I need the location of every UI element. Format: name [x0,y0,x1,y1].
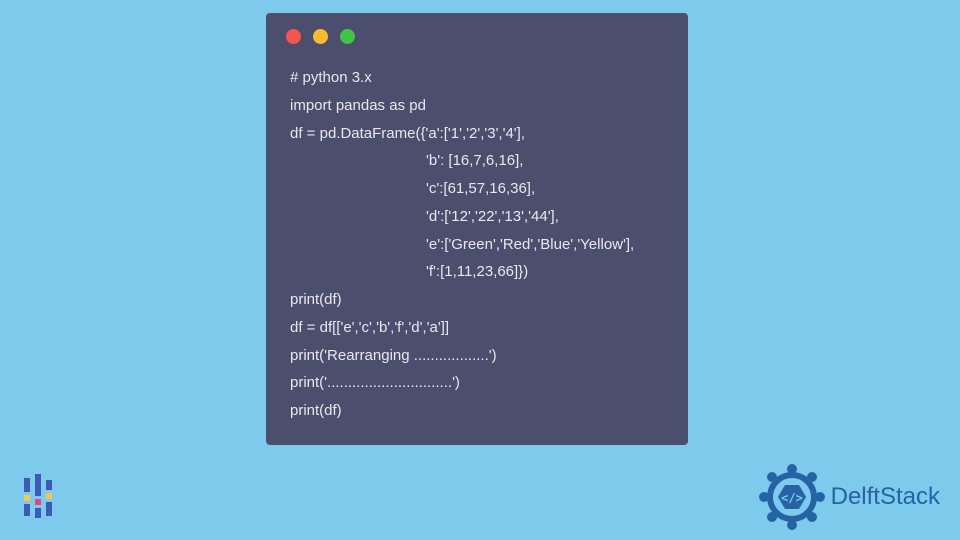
code-line: print(df) [290,402,342,419]
code-line: print(df) [290,291,342,308]
maximize-dot-icon [340,29,355,44]
close-dot-icon [286,29,301,44]
code-line: 'e':['Green','Red','Blue','Yellow'], [290,231,634,259]
delftstack-brand-text: DelftStack [831,483,940,511]
code-line: 'c':[61,57,16,36], [290,175,535,203]
code-content: # python 3.x import pandas as pd df = pd… [266,56,688,443]
code-line: import pandas as pd [290,97,426,114]
svg-text:</>: </> [781,491,803,505]
code-line: # python 3.x [290,69,372,86]
code-line: 'd':['12','22','13','44'], [290,203,559,231]
code-line: df = pd.DataFrame({'a':['1','2','3','4']… [290,125,525,142]
code-line: print('Rearranging ..................') [290,347,497,364]
bars-logo-icon [20,472,68,520]
code-line: 'b': [16,7,6,16], [290,147,523,175]
minimize-dot-icon [313,29,328,44]
window-controls [266,13,688,56]
code-line: 'f':[1,11,23,66]}) [290,258,528,286]
code-window: # python 3.x import pandas as pd df = pd… [266,13,688,445]
code-line: print('..............................') [290,374,460,391]
code-line: df = df[['e','c','b','f','d','a']] [290,319,449,336]
delftstack-logo: </> DelftStack [757,462,940,532]
delftstack-emblem-icon: </> [757,462,827,532]
